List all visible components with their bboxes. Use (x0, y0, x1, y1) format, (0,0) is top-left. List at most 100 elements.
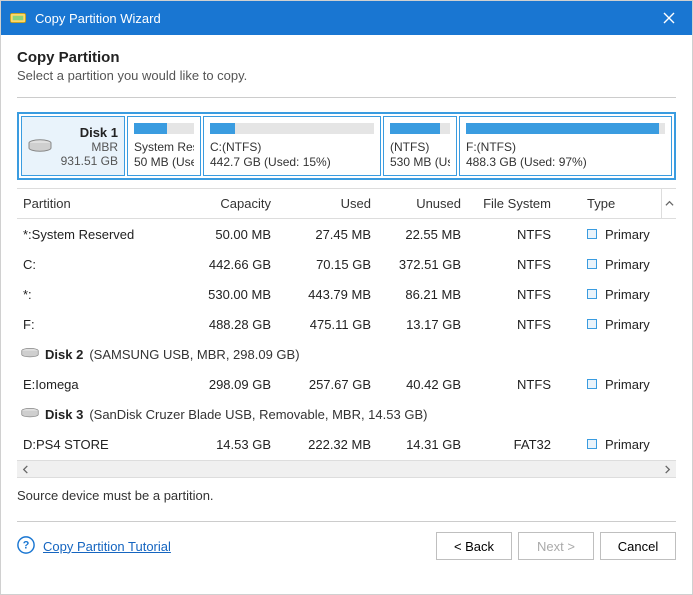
cell-capacity: 530.00 MB (177, 287, 277, 302)
table-row[interactable]: C:442.66 GB70.15 GB372.51 GBNTFSPrimary (17, 249, 676, 279)
divider (17, 97, 676, 98)
back-button[interactable]: < Back (436, 532, 512, 560)
partition-table: Partition Capacity Used Unused File Syst… (17, 188, 676, 478)
cell-unused: 86.21 MB (377, 287, 467, 302)
col-type[interactable]: Type (557, 196, 661, 211)
col-capacity[interactable]: Capacity (177, 196, 277, 211)
scroll-right-icon[interactable] (659, 461, 676, 478)
cell-unused: 13.17 GB (377, 317, 467, 332)
footer-divider (17, 521, 676, 522)
svg-text:?: ? (23, 539, 30, 551)
close-icon (663, 12, 675, 24)
table-disk-row[interactable]: Disk 3 (SanDisk Cruzer Blade USB, Remova… (17, 399, 676, 429)
cell-capacity: 50.00 MB (177, 227, 277, 242)
drive-icon (21, 407, 39, 422)
cell-partition: E:Iomega (17, 377, 177, 392)
table-row[interactable]: *:System Reserved50.00 MB27.45 MB22.55 M… (17, 219, 676, 249)
table-disk-row[interactable]: Disk 2 (SAMSUNG USB, MBR, 298.09 GB) (17, 339, 676, 369)
cell-partition: *: (17, 287, 177, 302)
cell-capacity: 298.09 GB (177, 377, 277, 392)
app-icon (9, 9, 27, 27)
usage-fill (466, 123, 659, 134)
status-text: Source device must be a partition. (17, 478, 676, 503)
table-header: Partition Capacity Used Unused File Syst… (17, 189, 676, 219)
titlebar: Copy Partition Wizard (1, 1, 692, 35)
table-row[interactable]: *:530.00 MB443.79 MB86.21 MBNTFSPrimary (17, 279, 676, 309)
usage-bar (134, 123, 194, 134)
cell-unused: 40.42 GB (377, 377, 467, 392)
table-row[interactable]: F:488.28 GB475.11 GB13.17 GBNTFSPrimary (17, 309, 676, 339)
scroll-left-icon[interactable] (17, 461, 34, 478)
cell-type: Primary (557, 287, 676, 302)
part-label: C:(NTFS) (210, 140, 374, 155)
close-button[interactable] (646, 1, 692, 35)
disk-details: (SanDisk Cruzer Blade USB, Removable, MB… (89, 407, 427, 422)
cell-filesystem: FAT32 (467, 437, 557, 452)
cell-capacity: 14.53 GB (177, 437, 277, 452)
col-used[interactable]: Used (277, 196, 377, 211)
cell-used: 475.11 GB (277, 317, 377, 332)
usage-fill (390, 123, 440, 134)
table-row[interactable]: D:PS4 STORE14.53 GB222.32 MB14.31 GBFAT3… (17, 429, 676, 459)
cell-unused: 372.51 GB (377, 257, 467, 272)
page-title: Copy Partition (17, 49, 676, 66)
cell-used: 70.15 GB (277, 257, 377, 272)
col-filesystem[interactable]: File System (467, 196, 557, 211)
usage-fill (134, 123, 167, 134)
part-sub: 442.7 GB (Used: 15%) (210, 155, 374, 170)
part-sub: 530 MB (Use (390, 155, 450, 170)
table-body: *:System Reserved50.00 MB27.45 MB22.55 M… (17, 219, 676, 460)
footer: ? Copy Partition Tutorial < Back Next > … (17, 532, 676, 574)
cell-type: Primary (557, 257, 676, 272)
cell-filesystem: NTFS (467, 257, 557, 272)
disk-size: 931.51 GB (61, 154, 118, 168)
disk-name: Disk 3 (45, 407, 83, 422)
disk-strip-part-3[interactable]: F:(NTFS) 488.3 GB (Used: 97%) (459, 116, 672, 176)
type-swatch-icon (587, 259, 597, 269)
cell-partition: D:PS4 STORE (17, 437, 177, 452)
part-label: System Rese (134, 140, 194, 155)
cell-filesystem: NTFS (467, 287, 557, 302)
page-subtitle: Select a partition you would like to cop… (17, 68, 676, 83)
cell-capacity: 488.28 GB (177, 317, 277, 332)
disk-strip-part-0[interactable]: System Rese 50 MB (Used (127, 116, 201, 176)
help-area: ? Copy Partition Tutorial (17, 536, 430, 557)
cancel-button[interactable]: Cancel (600, 532, 676, 560)
wizard-window: Copy Partition Wizard Copy Partition Sel… (0, 0, 693, 595)
tutorial-link[interactable]: Copy Partition Tutorial (43, 539, 171, 554)
disk-scheme: MBR (91, 140, 118, 154)
window-title: Copy Partition Wizard (35, 11, 646, 26)
part-sub: 488.3 GB (Used: 97%) (466, 155, 665, 170)
disk-details: (SAMSUNG USB, MBR, 298.09 GB) (89, 347, 299, 362)
usage-bar (466, 123, 665, 134)
horizontal-scrollbar[interactable] (17, 460, 676, 477)
col-partition[interactable]: Partition (17, 196, 177, 211)
scroll-up-icon[interactable] (661, 189, 676, 219)
disk-strip-disk[interactable]: Disk 1 MBR 931.51 GB (21, 116, 125, 176)
cell-partition: C: (17, 257, 177, 272)
cell-filesystem: NTFS (467, 227, 557, 242)
cell-type: Primary (557, 437, 676, 452)
cell-filesystem: NTFS (467, 317, 557, 332)
type-swatch-icon (587, 229, 597, 239)
disk-name: Disk 2 (45, 347, 83, 362)
cell-type: Primary (557, 317, 676, 332)
drive-icon (21, 347, 39, 362)
disk-strip-part-1[interactable]: C:(NTFS) 442.7 GB (Used: 15%) (203, 116, 381, 176)
cell-partition: *:System Reserved (17, 227, 177, 242)
disk-strip-part-2[interactable]: (NTFS) 530 MB (Use (383, 116, 457, 176)
table-row[interactable]: E:Iomega298.09 GB257.67 GB40.42 GBNTFSPr… (17, 369, 676, 399)
usage-bar (390, 123, 450, 134)
part-label: (NTFS) (390, 140, 450, 155)
col-unused[interactable]: Unused (377, 196, 467, 211)
wizard-body: Copy Partition Select a partition you wo… (1, 35, 692, 594)
help-icon: ? (17, 536, 35, 557)
next-button[interactable]: Next > (518, 532, 594, 560)
cell-type: Primary (557, 377, 676, 392)
part-label: F:(NTFS) (466, 140, 665, 155)
cell-used: 443.79 MB (277, 287, 377, 302)
cell-filesystem: NTFS (467, 377, 557, 392)
drive-icon (28, 139, 52, 153)
cell-used: 27.45 MB (277, 227, 377, 242)
cell-type: Primary (557, 227, 676, 242)
